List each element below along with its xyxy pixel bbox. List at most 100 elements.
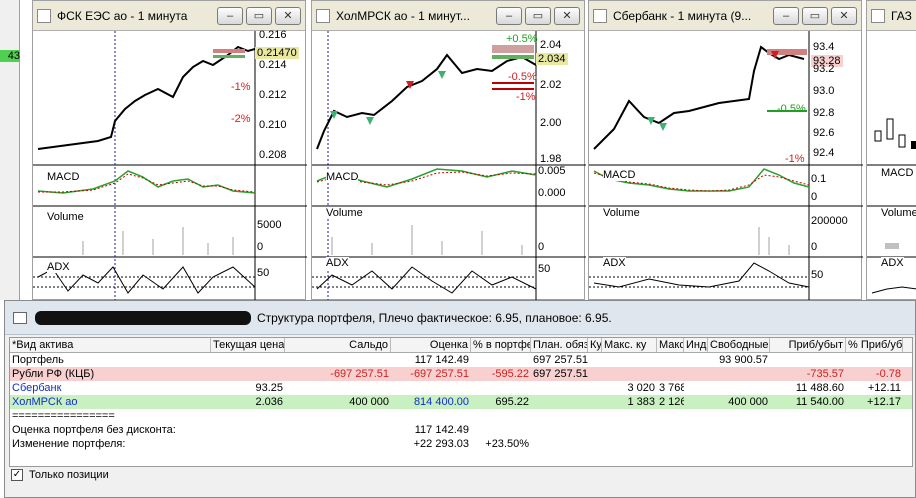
- y-tick: 2.04: [540, 39, 562, 51]
- volume-bars: [82, 227, 234, 255]
- table-cell: [708, 409, 770, 423]
- maximize-button[interactable]: ▭: [246, 6, 272, 25]
- table-cell: [588, 395, 602, 409]
- table-row[interactable]: Сбербанк 93.25 3 020 3 768 11 488.60 +12.11: [10, 381, 912, 395]
- table-cell: 93 900.57: [719, 354, 768, 366]
- table-cell: +12.17: [867, 396, 901, 408]
- table-cell: [471, 423, 531, 437]
- table-cell: 2.036: [255, 396, 283, 408]
- adx-tick: 50: [257, 267, 270, 279]
- close-button[interactable]: ✕: [554, 6, 580, 25]
- table-cell: [588, 437, 602, 451]
- only-positions-checkbox[interactable]: ✓ Только позиции: [11, 469, 109, 481]
- table-cell: [588, 353, 602, 367]
- table-cell: 11 540.00: [795, 396, 844, 408]
- portfolio-titlebar[interactable]: Структура портфеля, Плечо фактическое: 6…: [5, 301, 915, 335]
- minimize-button[interactable]: –: [773, 6, 799, 25]
- minimize-button[interactable]: –: [217, 6, 243, 25]
- column-header[interactable]: *Вид актива: [10, 338, 211, 352]
- macd-tick: 0.005: [538, 165, 566, 177]
- table-cell: 1 383: [627, 396, 655, 408]
- price-candles: [593, 45, 805, 150]
- chart-window-gaz[interactable]: ГАЗ MACD Volume ADX: [866, 0, 916, 300]
- volume-tick: 0: [257, 241, 264, 253]
- column-header[interactable]: Приб/убыт: [770, 338, 846, 352]
- chart-plot-area[interactable]: MACD Volume ADX: [867, 31, 916, 299]
- portfolio-window[interactable]: Структура портфеля, Плечо фактическое: 6…: [4, 300, 916, 498]
- column-header[interactable]: Ку: [588, 338, 602, 352]
- adx-label: ADX: [603, 257, 626, 269]
- portfolio-table[interactable]: *Вид актива Текущая цена Сальдо Оценка %…: [9, 337, 913, 467]
- y-tick: 1.98: [540, 153, 562, 165]
- table-cell: 400 000: [349, 396, 389, 408]
- window-icon: [593, 8, 607, 23]
- chart-window-sberbank[interactable]: Сбербанк - 1 минута (9... – ▭ ✕ 93.28 93…: [588, 0, 863, 301]
- chart-window-fsk[interactable]: ФСК ЕЭС ао - 1 минута – ▭ ✕ 0.21470 0.21…: [32, 0, 307, 301]
- table-row[interactable]: Оценка портфеля без дисконта: 117 142.49: [10, 423, 912, 437]
- y-tick: 93.2: [813, 63, 835, 75]
- window-title: ФСК ЕЭС ао - 1 минута: [57, 8, 188, 23]
- price-candles: [316, 53, 537, 150]
- table-cell: 695.22: [495, 396, 529, 408]
- pct-label: -0.5%: [508, 71, 537, 83]
- window-icon: [13, 311, 27, 324]
- table-row[interactable]: ХолМРСК ао 2.036 400 000 814 400.00 695.22 1 …: [10, 395, 912, 409]
- table-cell: [588, 381, 602, 395]
- pct-label: -1%: [516, 91, 536, 103]
- maximize-button[interactable]: ▭: [525, 6, 551, 25]
- table-cell: [708, 437, 770, 451]
- table-cell: ================: [12, 410, 115, 422]
- table-cell: [846, 353, 903, 367]
- maximize-button[interactable]: ▭: [802, 6, 828, 25]
- table-cell: Рубли РФ (КЦБ): [12, 368, 95, 380]
- chart-plot-area[interactable]: 0.21470 0.216 0.214 0.212 0.210 0.208 -1…: [33, 29, 307, 301]
- table-row[interactable]: ================: [10, 409, 912, 423]
- table-cell: [285, 437, 391, 451]
- table-cell: 3 020: [627, 382, 655, 394]
- table-row[interactable]: Портфель 117 142.49 697 257.51 93 900.57: [10, 353, 912, 367]
- chart-window-holmrsk[interactable]: ХолМРСК ао - 1 минут... – ▭ ✕ 2.034 2.04…: [311, 0, 586, 301]
- macd-label: MACD: [47, 171, 80, 183]
- left-window-stub[interactable]: 43: [0, 0, 20, 300]
- table-cell: [657, 423, 684, 437]
- close-button[interactable]: ✕: [275, 6, 301, 25]
- table-cell: [588, 367, 602, 381]
- window-titlebar[interactable]: ФСК ЕЭС ао - 1 минута – ▭ ✕: [33, 1, 305, 31]
- table-cell: [531, 395, 588, 409]
- redacted-account: [35, 310, 251, 325]
- table-cell: Изменение портфеля:: [12, 438, 126, 450]
- column-header[interactable]: Оценка: [391, 338, 471, 352]
- window-titlebar[interactable]: ГАЗ: [867, 1, 916, 31]
- minimize-button[interactable]: –: [496, 6, 522, 25]
- table-cell: [531, 409, 588, 423]
- chart-plot-area[interactable]: 93.28 93.4 93.2 93.0 92.8 92.6 92.4 -0.5…: [589, 31, 863, 301]
- column-header[interactable]: Инд: [684, 338, 708, 352]
- volume-label: Volume: [603, 207, 640, 219]
- window-icon: [871, 8, 885, 23]
- column-header[interactable]: % Приб/уб: [846, 338, 903, 352]
- column-header[interactable]: Макс.: [657, 338, 684, 352]
- table-cell: [684, 409, 708, 423]
- table-cell: 117 142.49: [414, 424, 469, 436]
- table-row[interactable]: Рубли РФ (КЦБ) -697 257.51 -697 257.51 -595…: [10, 367, 912, 381]
- table-cell: [602, 437, 657, 451]
- window-title: Сбербанк - 1 минута (9...: [613, 8, 752, 23]
- chart-plot-area[interactable]: 2.034 2.04 2.02 2.00 1.98 +0.5% -0.5% -1…: [312, 31, 586, 301]
- column-header[interactable]: Текущая цена: [211, 338, 285, 352]
- current-price-box: 2.034: [536, 53, 568, 65]
- checkbox-checked-icon[interactable]: ✓: [11, 469, 23, 481]
- volume-tick: 200000: [811, 215, 848, 227]
- column-header[interactable]: Макс. ку: [602, 338, 657, 352]
- table-cell: [471, 353, 531, 367]
- table-cell: [846, 437, 903, 451]
- window-titlebar[interactable]: ХолМРСК ао - 1 минут... – ▭ ✕: [312, 1, 584, 31]
- table-row[interactable]: Изменение портфеля: +22 293.03 +23.50%: [10, 437, 912, 451]
- table-cell: [602, 409, 657, 423]
- column-header[interactable]: % в портфе: [471, 338, 531, 352]
- close-button[interactable]: ✕: [831, 6, 857, 25]
- column-header[interactable]: Сальдо: [285, 338, 391, 352]
- adx-line: [316, 266, 537, 294]
- column-header[interactable]: План. обяза: [531, 338, 588, 352]
- window-titlebar[interactable]: Сбербанк - 1 минута (9... – ▭ ✕: [589, 1, 861, 31]
- column-header[interactable]: Свободные: [708, 338, 770, 352]
